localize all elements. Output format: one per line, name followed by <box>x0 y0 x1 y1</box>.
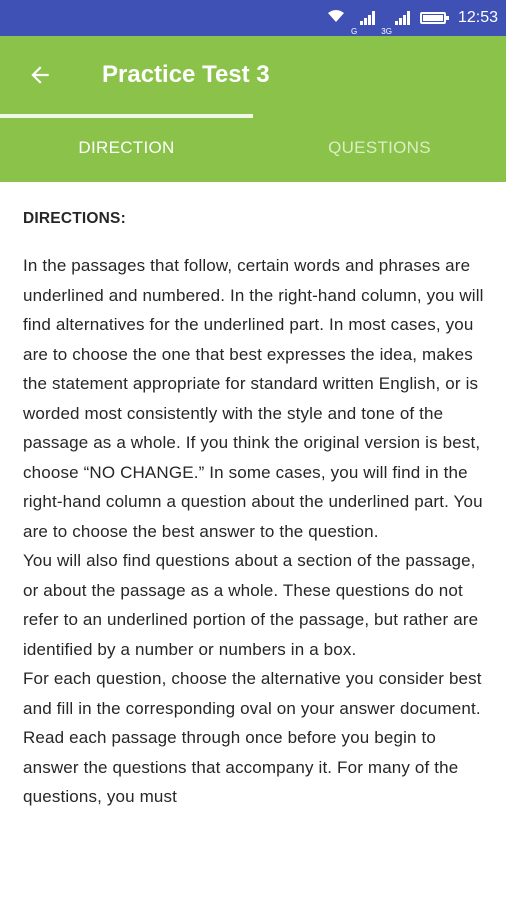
selected-tab-indicator <box>0 114 253 118</box>
directions-heading: DIRECTIONS: <box>23 210 126 227</box>
status-bar: G 3G 12:53 <box>0 0 506 36</box>
directions-paragraph: You will also find questions about a sec… <box>23 551 479 659</box>
signal-icon-1 <box>360 11 376 25</box>
battery-icon <box>419 12 449 24</box>
directions-paragraph: For each question, choose the alternativ… <box>23 669 482 806</box>
tab-questions[interactable]: QUESTIONS <box>253 114 506 182</box>
back-button[interactable] <box>0 36 80 114</box>
directions-content: DIRECTIONS: In the passages that follow,… <box>0 182 506 812</box>
network-type-2: 3G <box>381 27 392 36</box>
tab-direction[interactable]: DIRECTION <box>0 114 253 182</box>
arrow-back-icon <box>31 66 49 84</box>
battery-level <box>422 15 443 21</box>
page-title: Practice Test 3 <box>102 61 270 88</box>
network-type-1: G <box>351 27 358 36</box>
app-bar: Practice Test 3 <box>0 36 506 114</box>
directions-paragraph: In the passages that follow, certain wor… <box>23 256 484 541</box>
wifi-icon <box>327 9 345 27</box>
signal-icon-2 <box>394 11 410 25</box>
tab-bar: DIRECTION QUESTIONS <box>0 114 506 182</box>
status-time: 12:53 <box>457 9 498 26</box>
